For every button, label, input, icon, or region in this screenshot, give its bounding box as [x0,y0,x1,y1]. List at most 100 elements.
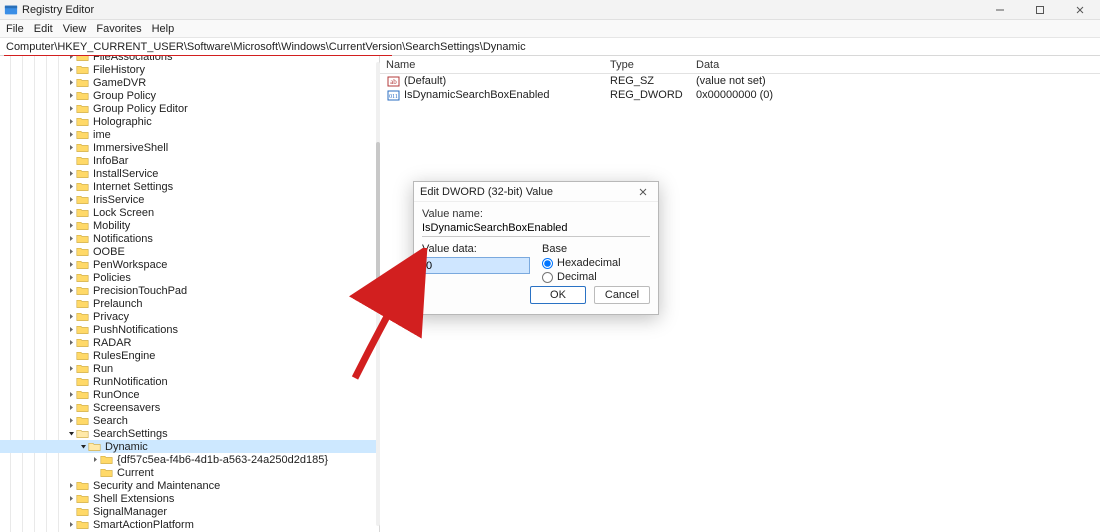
expand-caret-icon[interactable] [66,326,76,333]
expand-caret-icon[interactable] [66,144,76,151]
header-data[interactable]: Data [696,59,1100,71]
menu-edit[interactable]: Edit [34,23,53,35]
tree-item[interactable]: Current [0,466,379,479]
expand-caret-icon[interactable] [66,183,76,190]
expand-caret-icon[interactable] [78,443,88,450]
expand-caret-icon[interactable] [66,521,76,528]
tree-item-label: OOBE [93,246,125,258]
tree-item[interactable]: Group Policy [0,89,379,102]
tree-item[interactable]: Run [0,362,379,375]
header-type[interactable]: Type [610,59,696,71]
ok-button[interactable]: OK [530,286,586,304]
expand-caret-icon[interactable] [66,404,76,411]
addressbar[interactable]: Computer\HKEY_CURRENT_USER\Software\Micr… [0,38,1100,56]
header-name[interactable]: Name [386,59,610,71]
tree-item[interactable]: FileAssociations [0,56,379,63]
tree-item[interactable]: RunNotification [0,375,379,388]
expand-caret-icon[interactable] [66,222,76,229]
expand-caret-icon[interactable] [66,170,76,177]
tree-item[interactable]: GameDVR [0,76,379,89]
tree-item[interactable]: RADAR [0,336,379,349]
folder-icon [76,116,89,127]
value-row[interactable]: ab(Default)REG_SZ(value not set) [380,74,1100,88]
tree-item[interactable]: PushNotifications [0,323,379,336]
valuedata-input[interactable] [422,257,530,274]
expand-caret-icon[interactable] [66,56,76,60]
expand-caret-icon[interactable] [66,365,76,372]
minimize-button[interactable] [980,0,1020,19]
tree-scrollbar-thumb[interactable] [376,142,380,282]
close-button[interactable] [1060,0,1100,19]
tree-item[interactable]: Dynamic [0,440,379,453]
value-row[interactable]: 011IsDynamicSearchBoxEnabledREG_DWORD0x0… [380,88,1100,102]
expand-caret-icon[interactable] [66,66,76,73]
expand-caret-icon[interactable] [66,261,76,268]
radio-hex[interactable]: Hexadecimal [542,257,650,269]
valuename-input[interactable] [422,220,650,237]
expand-caret-icon[interactable] [66,196,76,203]
menu-view[interactable]: View [63,23,87,35]
tree-item[interactable]: IrisService [0,193,379,206]
menu-file[interactable]: File [6,23,24,35]
expand-caret-icon[interactable] [66,391,76,398]
menu-favorites[interactable]: Favorites [96,23,141,35]
tree-item[interactable]: Policies [0,271,379,284]
tree-item[interactable]: InfoBar [0,154,379,167]
tree-item[interactable]: Privacy [0,310,379,323]
expand-caret-icon[interactable] [66,274,76,281]
tree-item-label: Run [93,363,113,375]
folder-icon [76,506,89,517]
menu-help[interactable]: Help [152,23,175,35]
expand-caret-icon[interactable] [66,92,76,99]
tree-item[interactable]: Lock Screen [0,206,379,219]
tree-item[interactable]: Search [0,414,379,427]
tree-item[interactable]: Notifications [0,232,379,245]
expand-caret-icon[interactable] [66,482,76,489]
dialog-titlebar[interactable]: Edit DWORD (32-bit) Value [414,182,658,202]
expand-caret-icon[interactable] [66,235,76,242]
tree-item-label: Prelaunch [93,298,143,310]
expand-caret-icon[interactable] [66,287,76,294]
tree-item[interactable]: InstallService [0,167,379,180]
tree-item[interactable]: SignalManager [0,505,379,518]
expand-caret-icon[interactable] [66,131,76,138]
folder-icon [76,428,89,439]
tree-item[interactable]: Mobility [0,219,379,232]
radio-hex-input[interactable] [542,258,553,269]
dialog-close-button[interactable] [634,183,652,201]
tree-item[interactable]: SearchSettings [0,427,379,440]
tree-item[interactable]: RunOnce [0,388,379,401]
expand-caret-icon[interactable] [66,495,76,502]
tree-item[interactable]: ImmersiveShell [0,141,379,154]
tree-item[interactable]: PenWorkspace [0,258,379,271]
expand-caret-icon[interactable] [66,417,76,424]
expand-caret-icon[interactable] [66,105,76,112]
tree-item[interactable]: Holographic [0,115,379,128]
tree-pane[interactable]: FileAssociationsFileHistoryGameDVRGroup … [0,56,380,532]
tree-item[interactable]: PrecisionTouchPad [0,284,379,297]
expand-caret-icon[interactable] [66,118,76,125]
expand-caret-icon[interactable] [66,339,76,346]
expand-caret-icon[interactable] [66,248,76,255]
tree-item[interactable]: FileHistory [0,63,379,76]
tree-item[interactable]: RulesEngine [0,349,379,362]
expand-caret-icon[interactable] [66,209,76,216]
tree-item[interactable]: Group Policy Editor [0,102,379,115]
maximize-button[interactable] [1020,0,1060,19]
tree-scrollbar[interactable] [376,62,380,526]
tree-item[interactable]: ime [0,128,379,141]
expand-caret-icon[interactable] [90,456,100,463]
tree-item[interactable]: {df57c5ea-f4b6-4d1b-a563-24a250d2d185} [0,453,379,466]
tree-item[interactable]: Internet Settings [0,180,379,193]
expand-caret-icon[interactable] [66,313,76,320]
tree-item[interactable]: Prelaunch [0,297,379,310]
tree-item[interactable]: Security and Maintenance [0,479,379,492]
tree-item[interactable]: Shell Extensions [0,492,379,505]
tree-item[interactable]: OOBE [0,245,379,258]
expand-caret-icon[interactable] [66,79,76,86]
titlebar: Registry Editor [0,0,1100,20]
cancel-button[interactable]: Cancel [594,286,650,304]
tree-item[interactable]: Screensavers [0,401,379,414]
tree-item[interactable]: SmartActionPlatform [0,518,379,531]
expand-caret-icon[interactable] [66,430,76,437]
